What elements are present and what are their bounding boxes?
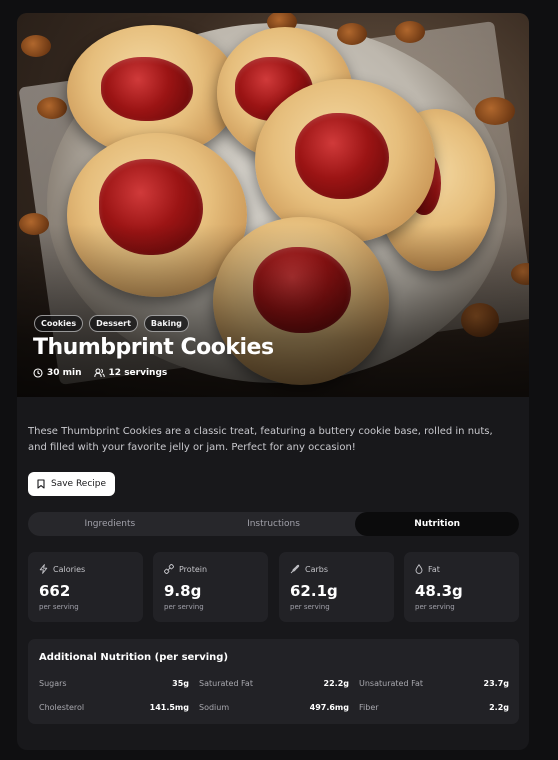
tag-list: Cookies Dessert Baking [34,315,189,332]
users-icon [93,368,105,378]
carbs-card: Carbs 62.1g per serving [279,552,394,622]
servings-label: 12 servings [108,368,168,378]
calories-label: Calories [53,564,86,574]
nutrition-row-cholesterol: Cholesterol 141.5mg [39,703,189,712]
tab-nutrition[interactable]: Nutrition [355,512,520,536]
nutrition-row-sugars: Sugars 35g [39,679,189,688]
nutrition-row-fiber: Fiber 2.2g [359,703,509,712]
tag-cookies[interactable]: Cookies [34,315,84,332]
fat-value: 48.3g [415,582,463,600]
additional-nutrition-title: Additional Nutrition (per serving) [39,652,229,663]
cook-time: 30 min [33,368,82,378]
tag-dessert[interactable]: Dessert [89,315,138,332]
additional-nutrition-panel: Additional Nutrition (per serving) Sugar… [28,639,519,724]
carbs-value: 62.1g [290,582,338,600]
nutrition-row-saturated-fat: Saturated Fat 22.2g [199,679,349,688]
fat-sub: per serving [415,603,455,611]
recipe-description: These Thumbprint Cookies are a classic t… [28,426,493,453]
bolt-icon [39,564,48,574]
protein-sub: per serving [164,603,204,611]
droplet-icon [415,564,423,574]
nutrition-row-unsaturated-fat: Unsaturated Fat 23.7g [359,679,509,688]
calories-value: 662 [39,582,71,600]
wheat-icon [290,564,300,574]
tab-instructions[interactable]: Instructions [192,512,356,536]
clock-icon [33,368,43,378]
cook-time-label: 30 min [47,368,82,378]
recipe-card: Cookies Dessert Baking Thumbprint Cookie… [17,13,529,750]
recipe-meta: 30 min 12 servings [33,368,167,378]
save-recipe-label: Save Recipe [51,479,107,489]
fat-label: Fat [428,564,440,574]
dumbbell-icon [164,564,174,574]
fat-card: Fat 48.3g per serving [404,552,519,622]
protein-label: Protein [179,564,208,574]
save-recipe-button[interactable]: Save Recipe [28,472,116,496]
calories-card: Calories 662 per serving [28,552,143,622]
carbs-label: Carbs [305,564,329,574]
recipe-title: Thumbprint Cookies [33,335,274,360]
protein-card: Protein 9.8g per serving [153,552,268,622]
tag-baking[interactable]: Baking [143,315,189,332]
bookmark-icon [37,479,45,489]
nutrition-row-sodium: Sodium 497.6mg [199,703,349,712]
carbs-sub: per serving [290,603,330,611]
recipe-tabs: Ingredients Instructions Nutrition [28,512,520,536]
tab-ingredients[interactable]: Ingredients [28,512,192,536]
recipe-hero-image: Cookies Dessert Baking Thumbprint Cookie… [17,13,529,397]
protein-value: 9.8g [164,582,202,600]
servings: 12 servings [93,368,168,378]
calories-sub: per serving [39,603,79,611]
